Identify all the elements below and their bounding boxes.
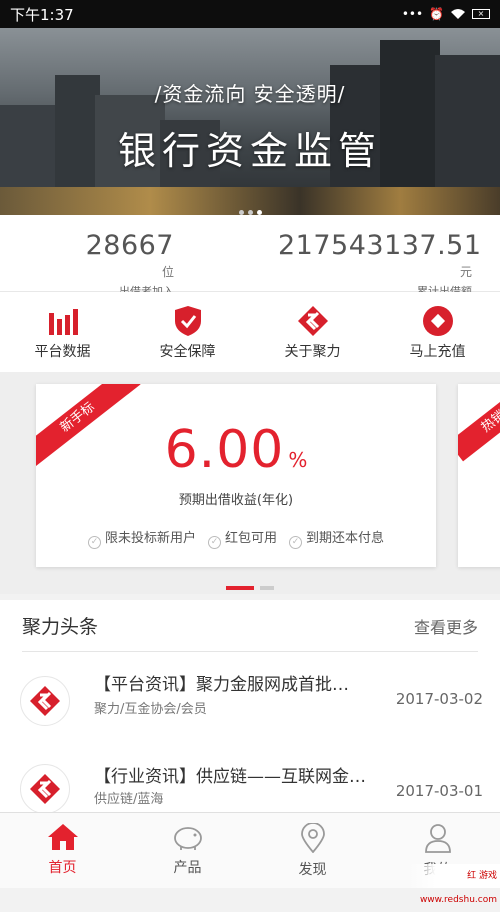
news-item-tags: 供应链/蓝海: [94, 792, 164, 807]
tab-products[interactable]: 产品: [125, 813, 250, 888]
news-item-title: 【平台资讯】聚力金服网成首批…: [94, 675, 349, 695]
banner-subtitle: /资金流向 安全透明/: [154, 82, 346, 106]
stat-unit: 元: [459, 265, 472, 279]
check-icon: ✓: [289, 536, 302, 549]
stat-unit: 位: [161, 265, 174, 279]
shield-check-icon: [174, 306, 201, 336]
quick-security[interactable]: 安全保障: [125, 292, 250, 372]
tab-home[interactable]: 首页: [0, 813, 125, 888]
news-logo-icon: [20, 676, 70, 726]
news-logo-icon: [20, 764, 70, 814]
watermark: 红 游戏 www.redshu.com: [408, 864, 500, 905]
feature-item: ✓ 到期还本付息: [289, 527, 384, 549]
quick-recharge[interactable]: 马上充值: [375, 292, 500, 372]
news-item-date: 2017-03-01: [395, 782, 483, 800]
quick-label: 关于聚力: [284, 344, 341, 360]
rate-display: 6.00%: [36, 420, 436, 480]
rate-unit: %: [288, 448, 308, 472]
quick-label: 马上充值: [409, 344, 466, 360]
stat-total-lent: 217543137.51元 累计出借额: [278, 230, 481, 299]
home-icon: [47, 824, 78, 850]
quick-label: 平台数据: [34, 344, 91, 360]
tab-label: 首页: [48, 860, 77, 876]
quick-actions: 平台数据 安全保障 关于聚力 马上充值: [0, 292, 500, 372]
news-item-title: 【行业资讯】供应链——互联网金…: [94, 767, 366, 787]
feature-item: ✓ 红包可用: [207, 527, 277, 549]
tab-label: 发现: [298, 862, 327, 878]
platform-stats: 28667位 出借者加入 217543137.51元 累计出借额: [0, 215, 500, 298]
news-item-tags: 聚力/互金协会/会员: [94, 702, 207, 717]
quick-about[interactable]: 关于聚力: [250, 292, 375, 372]
news-item[interactable]: 【平台资讯】聚力金服网成首批… 聚力/互金协会/会员 2017-03-02: [0, 658, 500, 748]
check-icon: ✓: [207, 536, 221, 549]
quick-platform-data[interactable]: 平台数据: [0, 292, 125, 372]
status-bar: 下午1:37 ••• ⏰ ×: [0, 0, 500, 28]
news-header: 聚力头条 查看更多: [22, 600, 478, 652]
news-title: 聚力头条: [22, 616, 99, 638]
next-product-ribbon: 热销标: [458, 384, 500, 462]
location-pin-icon: [300, 822, 325, 854]
banner-title: 银行资金监管: [117, 129, 382, 173]
carousel-indicator: [0, 577, 500, 594]
wifi-icon: [451, 9, 465, 19]
status-time: 下午1:37: [10, 5, 74, 24]
feature-item: ✓ 限未投标新用户: [87, 527, 196, 549]
brand-logo-icon: [297, 306, 328, 336]
product-carousel[interactable]: 新手标 6.00% 预期出借收益(年化) ✓ 限未投标新用户 ✓ 红包可用 ✓ 到期还…: [0, 372, 500, 594]
piggy-bank-icon: [173, 827, 202, 850]
tab-discover[interactable]: 发现: [250, 813, 375, 888]
check-icon: ✓: [87, 536, 101, 549]
alarm-icon: ⏰: [429, 7, 444, 21]
battery-icon: ×: [472, 9, 490, 19]
product-features: ✓ 限未投标新用户 ✓ 红包可用 ✓ 到期还本付息: [36, 527, 436, 549]
news-item-date: 2017-03-02: [395, 690, 483, 708]
banner-pagination: [0, 200, 500, 219]
more-dots-icon: •••: [401, 7, 424, 21]
user-icon: [424, 824, 451, 853]
tab-label: 产品: [173, 860, 202, 876]
recharge-icon: [422, 306, 453, 336]
product-card[interactable]: 新手标 6.00% 预期出借收益(年化) ✓ 限未投标新用户 ✓ 红包可用 ✓ 到期还…: [36, 384, 436, 567]
rate-label: 预期出借收益(年化): [178, 493, 294, 508]
stat-lenders: 28667位 出借者加入: [80, 230, 174, 299]
news-more-link[interactable]: 查看更多: [414, 614, 478, 638]
rate-value: 6.00: [164, 420, 285, 480]
stat-value: 28667: [85, 230, 174, 261]
next-product-card[interactable]: 热销标: [458, 384, 500, 567]
stat-value: 217543137.51: [278, 230, 482, 261]
bar-chart-icon: [48, 309, 78, 335]
news-section: 聚力头条 查看更多 【平台资讯】聚力金服网成首批… 聚力/互金协会/会员 201…: [0, 600, 500, 814]
hero-banner[interactable]: /资金流向 安全透明/ 银行资金监管: [0, 28, 500, 215]
quick-label: 安全保障: [159, 344, 216, 360]
